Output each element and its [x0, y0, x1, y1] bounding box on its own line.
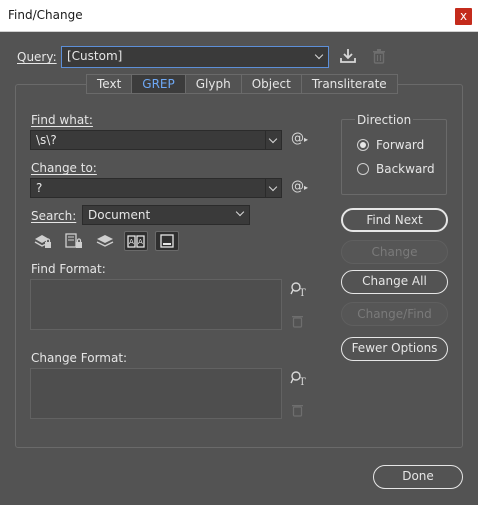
svg-text:T: T — [299, 377, 306, 386]
window-title: Find/Change — [8, 8, 83, 22]
save-query-icon[interactable] — [339, 47, 357, 65]
find-next-button[interactable]: Find Next — [341, 208, 448, 232]
svg-text:A: A — [138, 238, 143, 246]
chevron-down-icon — [235, 207, 245, 217]
chevron-down-icon[interactable] — [265, 131, 281, 149]
svg-text:A: A — [129, 238, 134, 246]
find-what-label: Find what: — [31, 113, 93, 127]
change-all-button[interactable]: Change All — [341, 270, 448, 294]
change-to-value: ? — [36, 181, 43, 195]
search-scope-value: Document — [88, 208, 151, 222]
change-to-label: Change to: — [31, 161, 97, 175]
change-format-label: Change Format: — [31, 351, 128, 365]
backward-label[interactable]: Backward — [376, 162, 435, 176]
title-bar: Find/Change x — [0, 0, 478, 32]
tab-bar: Text GREP Glyph Object Transliterate — [86, 74, 398, 94]
specify-find-format-icon[interactable]: T — [290, 281, 308, 299]
query-value: [Custom] — [67, 49, 123, 63]
find-format-label: Find Format: — [31, 262, 106, 276]
close-button[interactable]: x — [455, 8, 472, 25]
tab-glyph[interactable]: Glyph — [185, 74, 242, 94]
specify-change-format-icon[interactable]: T — [290, 370, 308, 388]
done-button[interactable]: Done — [373, 465, 463, 489]
include-locked-stories-icon[interactable] — [64, 232, 84, 250]
clear-find-format-icon[interactable] — [291, 314, 304, 328]
search-scope-select[interactable]: Document — [82, 205, 250, 225]
tab-transliterate[interactable]: Transliterate — [301, 74, 398, 94]
clear-change-format-icon[interactable] — [291, 403, 304, 417]
change-format-box[interactable] — [30, 368, 282, 419]
special-characters-change-icon[interactable]: @▸ — [291, 179, 308, 194]
fewer-options-button[interactable]: Fewer Options — [341, 337, 448, 361]
find-format-box[interactable] — [30, 279, 282, 330]
change-find-button[interactable]: Change/Find — [341, 302, 448, 326]
tab-text[interactable]: Text — [86, 74, 133, 94]
change-to-field[interactable]: ? — [30, 178, 282, 198]
forward-radio[interactable] — [357, 139, 369, 151]
find-what-field[interactable]: \s\? — [30, 130, 282, 150]
find-what-value: \s\? — [36, 133, 57, 147]
close-icon: x — [459, 9, 468, 23]
svg-text:T: T — [299, 288, 306, 297]
forward-label[interactable]: Forward — [376, 138, 424, 152]
special-characters-find-icon[interactable]: @▸ — [291, 131, 308, 146]
include-hidden-layers-icon[interactable] — [95, 232, 115, 250]
tab-grep[interactable]: GREP — [132, 74, 186, 94]
tab-object[interactable]: Object — [241, 74, 302, 94]
include-master-pages-icon[interactable]: A A — [124, 231, 148, 251]
include-footnotes-icon[interactable] — [155, 231, 179, 251]
query-select[interactable]: [Custom] — [61, 46, 329, 68]
delete-query-icon[interactable] — [371, 47, 387, 65]
chevron-down-icon — [312, 47, 328, 67]
change-button[interactable]: Change — [341, 240, 448, 264]
include-locked-layers-icon[interactable] — [33, 232, 53, 250]
direction-label: Direction — [355, 113, 414, 127]
backward-radio[interactable] — [357, 163, 369, 175]
query-label: Query: — [17, 50, 57, 64]
chevron-down-icon[interactable] — [265, 179, 281, 197]
direction-group — [341, 119, 447, 195]
search-label: Search: — [31, 209, 77, 223]
